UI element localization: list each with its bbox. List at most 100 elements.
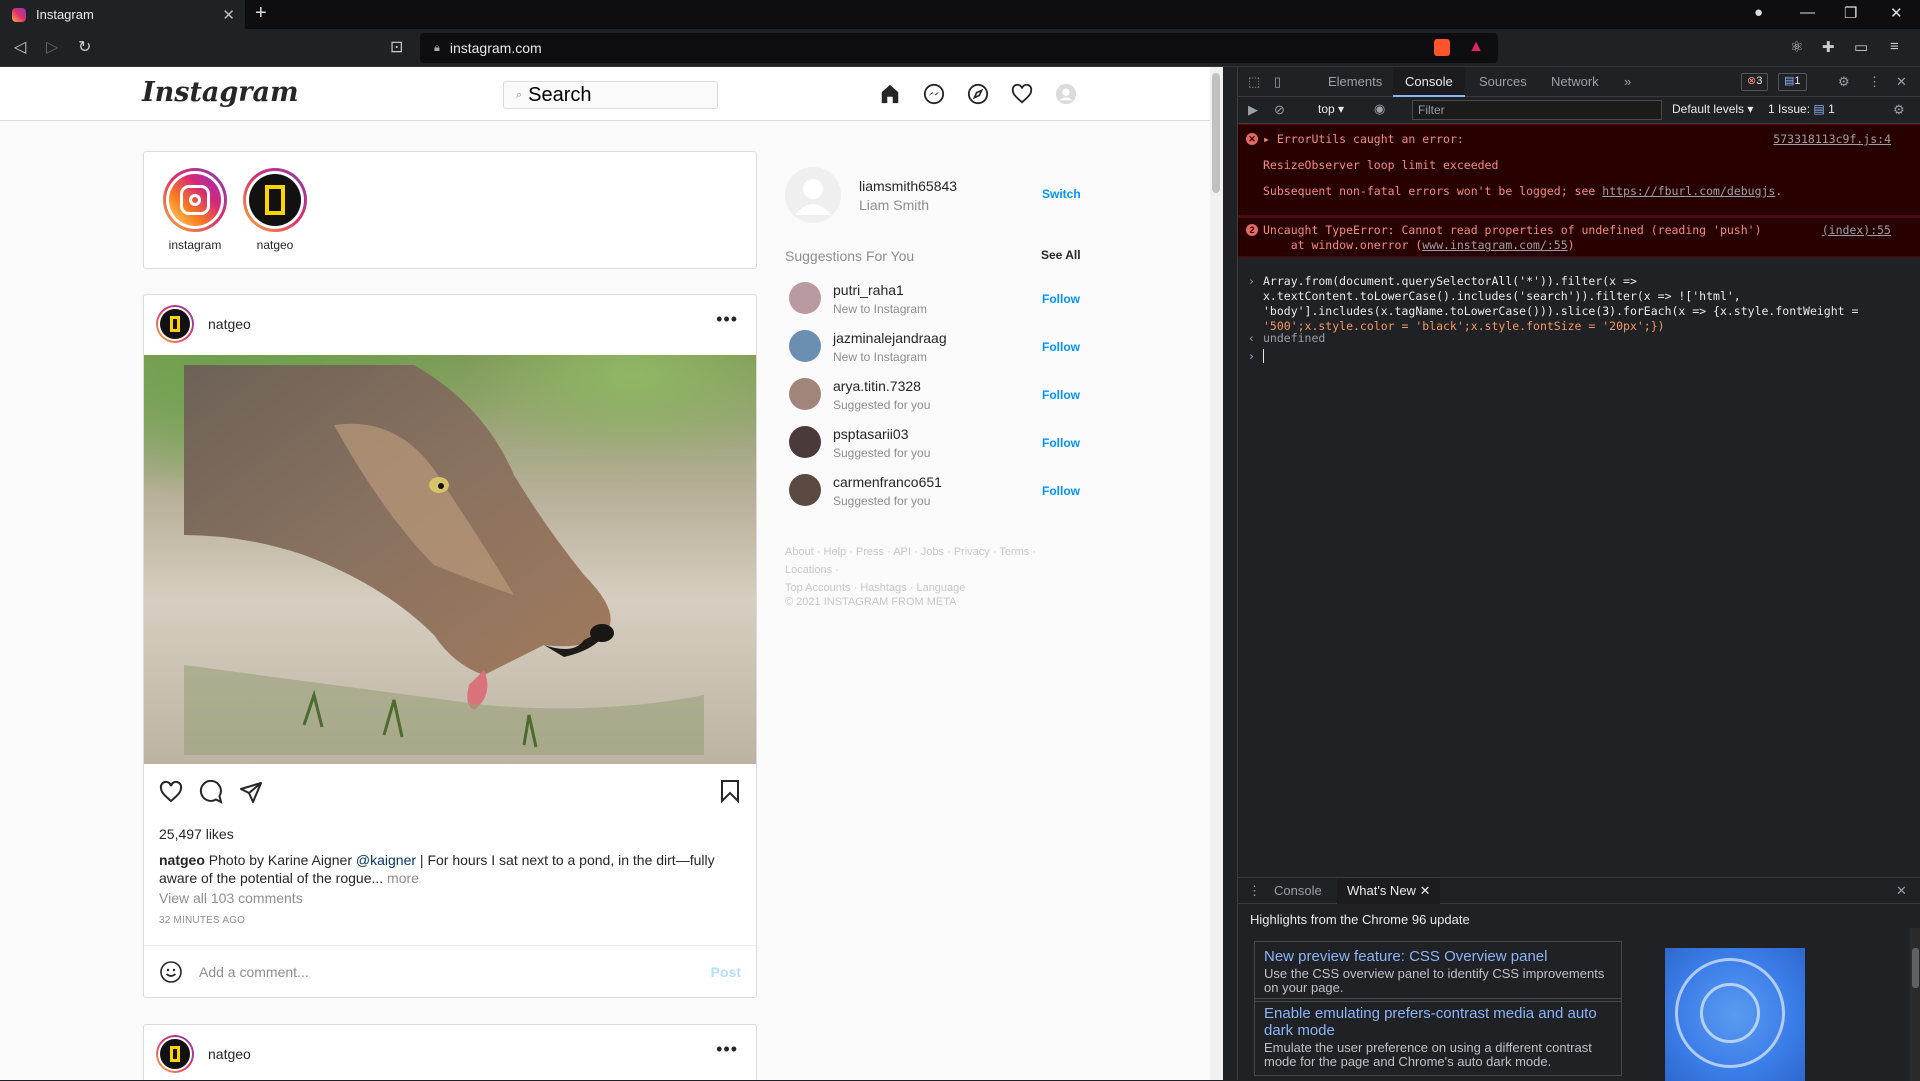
kebab-menu-icon[interactable]: ⋮ [1868, 74, 1881, 90]
activity-heart-icon[interactable] [1009, 81, 1035, 107]
new-tab-icon[interactable]: + [255, 2, 267, 25]
debug-link[interactable]: https://fburl.com/debugjs [1602, 184, 1775, 198]
browser-tab[interactable]: Instagram ✕ [0, 0, 245, 29]
drawer-tab-console[interactable]: Console [1264, 878, 1332, 904]
follow-button[interactable]: Follow [1042, 388, 1080, 402]
suggestion-username[interactable]: psptasarii03 [833, 426, 909, 442]
issues-button[interactable]: 1 Issue: ▤ 1 [1768, 102, 1835, 116]
address-bar[interactable]: 🔒︎ instagram.com ▲ [420, 33, 1498, 63]
restore-icon[interactable]: ❐ [1844, 4, 1857, 22]
scrollbar-thumb[interactable] [1212, 73, 1220, 193]
profile-avatar-icon[interactable] [1053, 81, 1079, 107]
post-timestamp[interactable]: 32 MINUTES AGO [159, 915, 245, 926]
like-heart-icon[interactable] [158, 779, 184, 805]
minimize-icon[interactable]: — [1800, 4, 1815, 21]
more-options-icon[interactable]: ••• [716, 309, 738, 330]
tab-network[interactable]: Network [1539, 67, 1611, 97]
tab-elements[interactable]: Elements [1316, 67, 1394, 97]
back-icon[interactable]: ◁ [14, 37, 26, 57]
suggestion-username[interactable]: arya.titin.7328 [833, 378, 921, 394]
close-devtools-icon[interactable]: ✕ [1896, 74, 1907, 90]
console-filter-input[interactable]: Filter [1412, 100, 1662, 120]
post-username[interactable]: natgeo [208, 1046, 251, 1062]
menu-icon[interactable]: ≡ [1890, 38, 1899, 55]
follow-button[interactable]: Follow [1042, 436, 1080, 450]
brave-rewards-icon[interactable]: ▲ [1468, 38, 1484, 56]
home-icon[interactable] [877, 81, 903, 107]
brave-shield-icon[interactable] [1434, 39, 1450, 56]
wallet-icon[interactable]: ▭ [1854, 38, 1868, 56]
suggestion-avatar[interactable] [789, 282, 821, 314]
stack-link[interactable]: www.instagram.com/:55 [1422, 238, 1567, 252]
settings-gear-icon[interactable]: ⚙ [1838, 74, 1850, 90]
card-title[interactable]: Enable emulating prefers-contrast media … [1264, 1005, 1612, 1039]
device-toolbar-icon[interactable]: ▯ [1274, 74, 1281, 90]
error-source-link[interactable]: (index):55 [1822, 223, 1891, 238]
comment-input[interactable]: Add a comment... [199, 964, 309, 980]
console-settings-icon[interactable]: ⚙ [1893, 102, 1905, 118]
emoji-icon[interactable] [159, 960, 183, 989]
suggestion-avatar[interactable] [789, 426, 821, 458]
likes-count[interactable]: 25,497 likes [159, 826, 234, 842]
current-user-avatar[interactable] [785, 167, 841, 223]
forward-icon[interactable]: ▷ [46, 37, 58, 57]
suggestion-username[interactable]: jazminalejandraag [833, 330, 947, 346]
console-input-cursor[interactable] [1263, 349, 1264, 363]
suggestion-username[interactable]: putri_raha1 [833, 282, 904, 298]
caption-username[interactable]: natgeo [159, 852, 205, 868]
see-all-link[interactable]: See All [1041, 248, 1081, 262]
current-username[interactable]: liamsmith65843 [859, 178, 957, 194]
suggestion-username[interactable]: carmenfranco651 [833, 474, 942, 490]
log-levels-dropdown[interactable]: Default levels ▾ [1672, 102, 1753, 116]
reload-icon[interactable]: ↻ [78, 37, 91, 57]
instagram-logo[interactable]: Instagram [142, 77, 299, 108]
story-natgeo[interactable]: natgeo [240, 168, 310, 252]
post-avatar[interactable] [156, 1035, 194, 1073]
react-devtools-icon[interactable]: ⚛ [1790, 38, 1803, 56]
search-input[interactable]: ⌕ Search [503, 81, 718, 109]
console-output[interactable]: ✕ ▸ ErrorUtils caught an error: 57331811… [1238, 124, 1920, 944]
follow-button[interactable]: Follow [1042, 340, 1080, 354]
view-comments-link[interactable]: View all 103 comments [159, 890, 303, 906]
issue-count-badge[interactable]: ▤1 [1778, 73, 1807, 91]
error-source-link[interactable]: 573318113c9f.js:4 [1773, 132, 1891, 147]
sidebar-toggle-icon[interactable]: ▶ [1248, 102, 1258, 118]
tab-console[interactable]: Console [1393, 67, 1465, 97]
share-icon[interactable] [238, 779, 264, 805]
footer-links-line[interactable]: Top Accounts · Hashtags · Language [785, 579, 1085, 597]
drawer-menu-icon[interactable]: ⋮ [1248, 883, 1261, 899]
close-tab-icon[interactable]: ✕ [1420, 883, 1431, 898]
caption-mention[interactable]: @kaigner [356, 852, 416, 868]
story-instagram[interactable]: instagram [160, 168, 230, 252]
save-bookmark-icon[interactable] [718, 779, 742, 808]
whats-new-card[interactable]: Enable emulating prefers-contrast media … [1254, 998, 1622, 1076]
suggestion-avatar[interactable] [789, 330, 821, 362]
comment-icon[interactable] [198, 779, 224, 805]
follow-button[interactable]: Follow [1042, 292, 1080, 306]
suggestion-avatar[interactable] [789, 474, 821, 506]
clear-console-icon[interactable]: ⊘ [1274, 102, 1285, 118]
post-comment-button[interactable]: Post [711, 964, 741, 980]
close-drawer-icon[interactable]: ✕ [1896, 883, 1907, 899]
more-options-icon[interactable]: ••• [716, 1039, 738, 1060]
inspect-element-icon[interactable]: ⬚ [1248, 74, 1260, 90]
post-avatar[interactable] [156, 305, 194, 343]
close-tab-icon[interactable]: ✕ [222, 6, 235, 24]
post-username[interactable]: natgeo [208, 316, 251, 332]
profile-icon[interactable]: ● [1754, 4, 1763, 21]
extensions-icon[interactable]: ✚ [1822, 38, 1835, 56]
page-scrollbar[interactable] [1210, 67, 1223, 1080]
error-count-badge[interactable]: ⊗3 [1741, 73, 1769, 91]
more-tabs-icon[interactable]: » [1624, 74, 1631, 89]
messenger-icon[interactable] [921, 81, 947, 107]
post-photo[interactable] [144, 355, 756, 764]
bookmark-page-icon[interactable]: ⊡ [390, 37, 403, 57]
switch-account-button[interactable]: Switch [1042, 187, 1081, 201]
caption-more-link[interactable]: more [383, 870, 419, 886]
drawer-tab-whats-new[interactable]: What's New ✕ [1337, 878, 1441, 904]
live-expression-eye-icon[interactable]: ◉ [1374, 101, 1385, 117]
follow-button[interactable]: Follow [1042, 484, 1080, 498]
whats-new-card[interactable]: New preview feature: CSS Overview panel … [1254, 941, 1622, 1002]
tab-sources[interactable]: Sources [1467, 67, 1539, 97]
suggestion-avatar[interactable] [789, 378, 821, 410]
